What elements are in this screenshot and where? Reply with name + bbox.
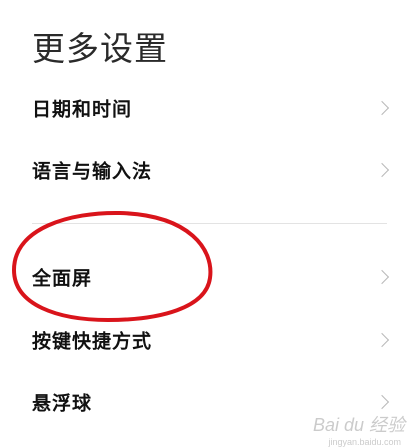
chevron-right-icon xyxy=(374,394,390,410)
watermark-logo: Bai du 经验 xyxy=(312,415,405,435)
settings-item-date-time[interactable]: 日期和时间 xyxy=(0,80,413,136)
settings-item-label: 悬浮球 xyxy=(32,392,93,415)
chevron-right-icon xyxy=(374,332,390,348)
chevron-right-icon xyxy=(374,100,390,116)
chevron-right-icon xyxy=(374,162,390,178)
settings-item-label: 日期和时间 xyxy=(32,98,133,121)
settings-list: 日期和时间 语言与输入法 全面屏 按键快捷方式 悬浮球 xyxy=(0,0,413,447)
settings-item-full-screen[interactable]: 全面屏 xyxy=(0,249,413,305)
settings-item-label: 按键快捷方式 xyxy=(32,330,153,353)
chevron-right-icon xyxy=(374,269,390,285)
settings-item-button-shortcuts[interactable]: 按键快捷方式 xyxy=(0,312,413,368)
settings-item-language-input[interactable]: 语言与输入法 xyxy=(0,142,413,198)
section-divider xyxy=(32,223,387,224)
settings-item-label: 全面屏 xyxy=(32,267,93,290)
watermark-url: jingyan.baidu.com xyxy=(328,437,401,447)
settings-item-label: 语言与输入法 xyxy=(32,160,153,183)
